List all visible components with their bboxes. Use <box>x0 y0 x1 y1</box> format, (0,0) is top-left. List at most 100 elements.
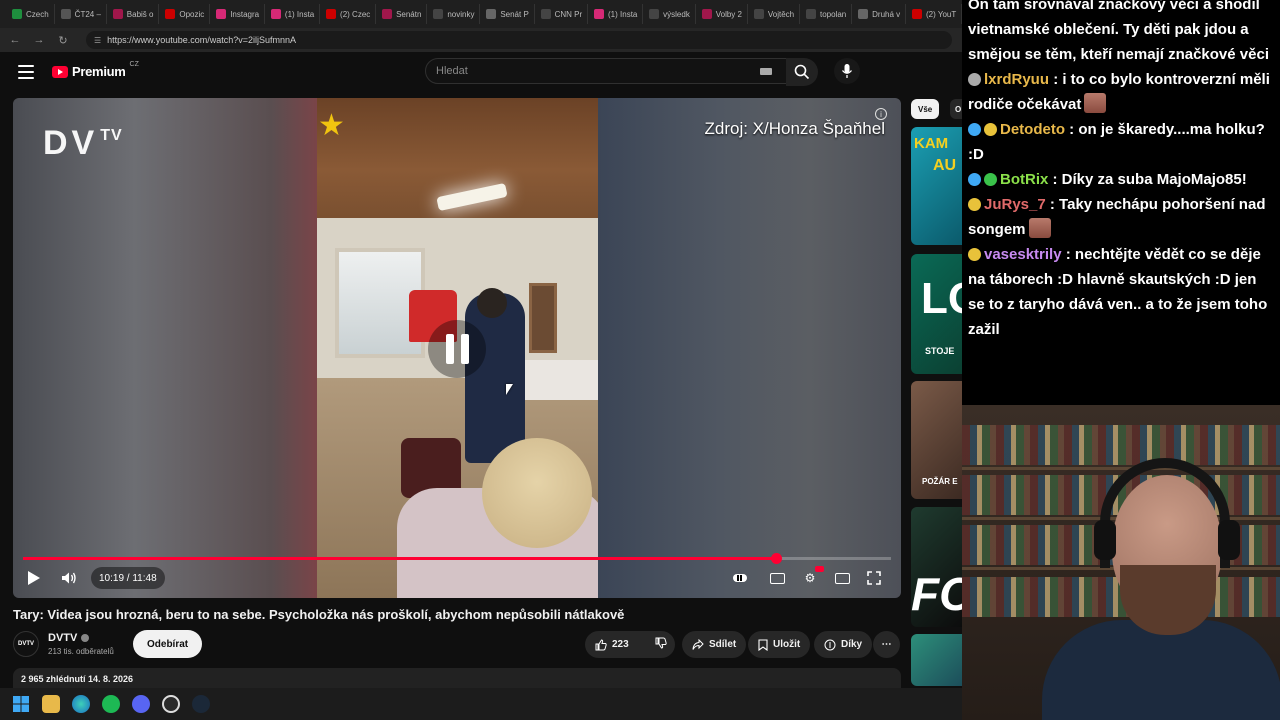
url-field[interactable]: ☰ https://www.youtube.com/watch?v=2iljSu… <box>86 31 952 49</box>
site-info-icon[interactable]: ☰ <box>94 36 101 45</box>
chat-message: JuRys_7 : Taky nechápu pohoršení nad son… <box>968 192 1274 242</box>
watermark-dv: DV <box>43 124 99 162</box>
browser-tab[interactable]: (1) Insta <box>265 4 321 24</box>
progress-fill <box>23 557 776 560</box>
steam-icon[interactable] <box>192 695 210 713</box>
tab-label: (1) Insta <box>284 9 315 19</box>
obs-icon[interactable] <box>162 695 180 713</box>
search-input[interactable] <box>436 65 756 77</box>
tab-favicon-icon <box>486 9 497 19</box>
discord-icon[interactable] <box>132 695 150 713</box>
browser-tab[interactable]: Czech <box>6 4 55 24</box>
miniplayer-icon[interactable] <box>833 569 851 587</box>
browser-tab[interactable]: Senátn <box>376 4 428 24</box>
settings-gear-icon[interactable]: ⚙ <box>801 566 824 587</box>
windows-taskbar <box>0 688 962 720</box>
autoplay-toggle-icon[interactable] <box>731 569 749 587</box>
video-player[interactable]: ★ DV TV Zdroj: X/Honza Špaňhel i 10:19 / … <box>13 98 901 598</box>
thanks-button[interactable]: Díky <box>814 631 873 658</box>
tab-favicon-icon <box>326 9 337 19</box>
browser-tab[interactable]: Babiš o <box>107 4 160 24</box>
logo-text: Premium <box>72 64 126 79</box>
channel-name-row[interactable]: DVTV <box>48 632 90 644</box>
channel-avatar[interactable]: DVTV <box>13 631 39 657</box>
tab-favicon-icon <box>649 9 660 19</box>
hamburger-menu-icon[interactable] <box>18 65 34 79</box>
recommended-video-thumbnail[interactable] <box>911 634 963 686</box>
tab-label: Volby 2 <box>715 9 742 19</box>
browser-tab[interactable]: ČT24 – <box>55 4 107 24</box>
subscribe-button[interactable]: Odebírat <box>133 630 203 658</box>
forward-icon[interactable]: → <box>32 33 46 47</box>
edge-browser-icon[interactable] <box>72 695 90 713</box>
tab-favicon-icon <box>753 9 764 19</box>
filter-chip-all[interactable]: Vše <box>911 99 940 119</box>
browser-tab[interactable]: (1) Insta <box>588 4 644 24</box>
reload-icon[interactable]: ↻ <box>56 33 70 47</box>
browser-tab[interactable]: novinky <box>427 4 481 24</box>
share-icon <box>692 638 704 650</box>
chat-emote-icon <box>1084 93 1107 113</box>
thumb-text: STOJE <box>925 346 955 356</box>
save-button[interactable]: Uložit <box>748 631 811 658</box>
subtitles-icon[interactable] <box>768 569 786 587</box>
info-icon[interactable]: i <box>875 108 887 120</box>
back-icon[interactable]: ← <box>8 33 22 47</box>
recommended-video-thumbnail[interactable]: FO <box>911 507 963 627</box>
keyboard-icon[interactable] <box>760 68 772 75</box>
windows-start-icon[interactable] <box>12 695 30 713</box>
browser-tab[interactable]: Instagra <box>210 4 265 24</box>
tab-label: (2) Czec <box>340 9 371 19</box>
like-button[interactable]: 223 <box>595 638 629 651</box>
fullscreen-icon[interactable] <box>865 569 883 587</box>
browser-tab[interactable]: Senát P <box>480 4 535 24</box>
tab-favicon-icon <box>12 9 22 19</box>
browser-tab[interactable]: (2) YouT <box>906 4 962 24</box>
more-actions-icon[interactable]: ⋯ <box>873 631 900 658</box>
chat-message: lxrdRyuu : i to co bylo kontroverzní měl… <box>968 67 1274 117</box>
file-explorer-icon[interactable] <box>42 695 60 713</box>
save-label: Uložit <box>773 639 801 650</box>
recommended-video-thumbnail[interactable]: POŽÁR E <box>911 381 963 499</box>
browser-tab[interactable]: Opozic <box>159 4 211 24</box>
progress-scrubber[interactable] <box>770 553 782 564</box>
youtube-premium-logo[interactable]: Premium CZ <box>52 61 139 79</box>
tab-label: ČT24 – <box>74 9 101 19</box>
browser-tab[interactable]: Volby 2 <box>696 4 748 24</box>
chat-message: vasesktrily : nechtějte vědět co se děje… <box>968 242 1274 342</box>
search-button[interactable] <box>786 58 818 86</box>
voice-search-button[interactable] <box>834 58 860 84</box>
share-label: Sdílet <box>709 639 737 650</box>
dislike-button[interactable] <box>655 637 667 652</box>
volume-icon[interactable] <box>59 568 79 588</box>
tab-label: novinky <box>447 9 475 19</box>
tab-favicon-icon <box>112 9 123 19</box>
recommended-video-thumbnail[interactable]: KAM AU <box>911 127 963 245</box>
tab-label: Opozic <box>179 9 205 19</box>
progress-bar[interactable] <box>23 553 891 564</box>
play-icon[interactable] <box>25 568 43 588</box>
browser-tab[interactable]: Vojtěch <box>748 4 800 24</box>
browser-tab[interactable]: CNN Pr <box>535 4 589 24</box>
verified-icon <box>81 634 90 643</box>
tab-label: CNN Pr <box>554 9 583 19</box>
streamer-webcam <box>962 405 1280 720</box>
thumb-text: FO <box>911 568 963 620</box>
pause-overlay-icon[interactable] <box>428 320 486 378</box>
browser-tab[interactable]: topolan <box>800 4 853 24</box>
video-blur-left <box>13 98 317 598</box>
share-button[interactable]: Sdílet <box>682 631 747 658</box>
super-thanks-icon <box>824 639 836 650</box>
tab-favicon-icon <box>701 9 712 19</box>
recommended-video-thumbnail[interactable]: LO STOJE <box>911 254 963 374</box>
search-box <box>425 58 787 84</box>
spotify-icon[interactable] <box>102 695 120 713</box>
video-blur-right <box>598 98 901 598</box>
chat-text: : Díky za suba MajoMajo85! <box>1052 171 1247 188</box>
browser-tab[interactable]: (2) Czec <box>320 4 377 24</box>
browser-tab[interactable]: Druhá v <box>852 4 906 24</box>
chat-badge-icon <box>984 173 997 186</box>
chat-username: lxrdRyuu <box>984 71 1050 88</box>
channel-name[interactable]: DVTV <box>48 632 77 644</box>
browser-tab[interactable]: výsledk <box>643 4 696 24</box>
